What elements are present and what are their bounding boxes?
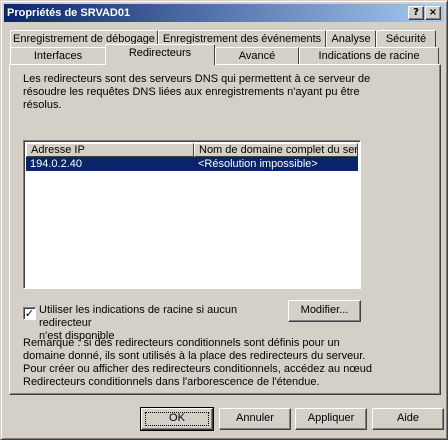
help-icon[interactable]: ? [408, 6, 424, 20]
column-header-fqdn[interactable]: Nom de domaine complet du ser... [194, 143, 358, 157]
close-icon[interactable]: × [425, 6, 441, 20]
row-fqdn-value: <Résolution impossible> [198, 158, 318, 170]
forwarders-description: Les redirecteurs sont des serveurs DNS q… [23, 73, 371, 111]
properties-dialog: Propriétés de SRVAD01 ? × Enregistrement… [0, 0, 448, 440]
tab-advanced[interactable]: Avancé [215, 47, 299, 65]
conditional-forwarders-note: Remarque : si des redirecteurs condition… [23, 337, 372, 388]
cancel-button[interactable]: Annuler [219, 408, 291, 430]
table-row[interactable]: 194.0.2.40 <Résolution impossible> [26, 157, 358, 171]
tab-root-hints[interactable]: Indications de racine [299, 47, 439, 65]
modify-button[interactable]: Modifier... [288, 300, 361, 322]
apply-button[interactable]: Appliquer [295, 408, 367, 430]
tab-interfaces[interactable]: Interfaces [10, 47, 106, 65]
tab-security[interactable]: Sécurité [376, 30, 436, 48]
forwarders-list[interactable]: Adresse IP Nom de domaine complet du ser… [23, 140, 361, 289]
focus-rectangle [145, 412, 209, 426]
title-bar[interactable]: Propriétés de SRVAD01 ? × [4, 4, 444, 22]
tab-monitoring[interactable]: Analyse [326, 30, 376, 48]
window-title: Propriétés de SRVAD01 [7, 7, 131, 19]
tab-forwarders[interactable]: Redirecteurs [105, 44, 215, 65]
row-ip-value: 194.0.2.40 [30, 158, 82, 170]
ok-button[interactable]: OK [140, 407, 214, 431]
use-root-hints-checkbox[interactable]: ✓ [23, 307, 36, 320]
column-header-ip[interactable]: Adresse IP [26, 143, 194, 157]
help-button[interactable]: Aide [372, 408, 444, 430]
